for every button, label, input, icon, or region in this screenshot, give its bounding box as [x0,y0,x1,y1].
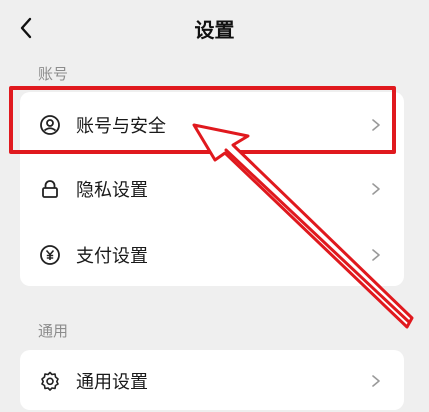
chevron-right-icon [370,181,382,197]
settings-item-label: 隐私设置 [76,180,148,201]
gear-icon [38,369,62,393]
chevron-right-icon [370,247,382,263]
chevron-right-icon [370,373,382,389]
settings-item-privacy[interactable]: 隐私设置 [20,158,404,220]
yuan-circle-icon [38,243,62,267]
settings-item-payment[interactable]: 支付设置 [20,224,404,286]
lock-icon [38,177,62,201]
highlight-box [9,86,396,154]
settings-item-general[interactable]: 通用设置 [20,350,404,412]
section-label-account: 账号 [38,65,69,83]
settings-item-label: 支付设置 [76,246,148,267]
settings-item-label: 通用设置 [76,372,148,393]
page-title: 设置 [194,18,235,42]
section-label-general: 通用 [38,322,69,340]
header: 设置 [0,0,429,54]
general-settings-card: 通用设置 [20,350,404,410]
